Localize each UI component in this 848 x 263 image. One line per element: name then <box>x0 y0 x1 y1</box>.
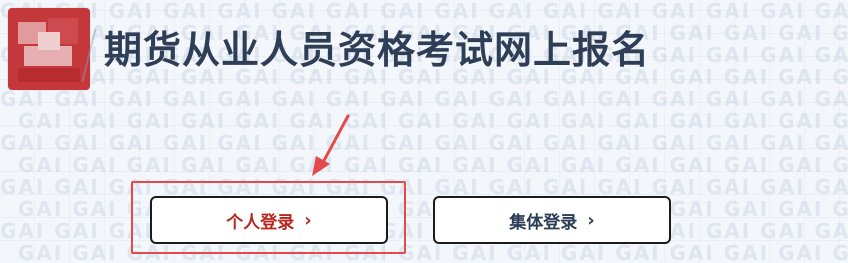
personal-login-button[interactable]: 个人登录 › <box>150 196 388 244</box>
logo-pixel <box>38 32 60 50</box>
personal-login-label: 个人登录 <box>226 212 295 233</box>
annotation-arrow-icon <box>312 114 350 176</box>
logo-pixel <box>18 68 80 82</box>
group-login-button[interactable]: 集体登录 › <box>433 196 671 244</box>
group-login-label: 集体登录 <box>509 212 578 233</box>
chevron-right-icon: › <box>304 209 312 231</box>
logo <box>8 8 90 90</box>
chevron-right-icon: › <box>587 209 595 231</box>
page-title: 期货从业人员资格考试网上报名 <box>104 28 651 72</box>
